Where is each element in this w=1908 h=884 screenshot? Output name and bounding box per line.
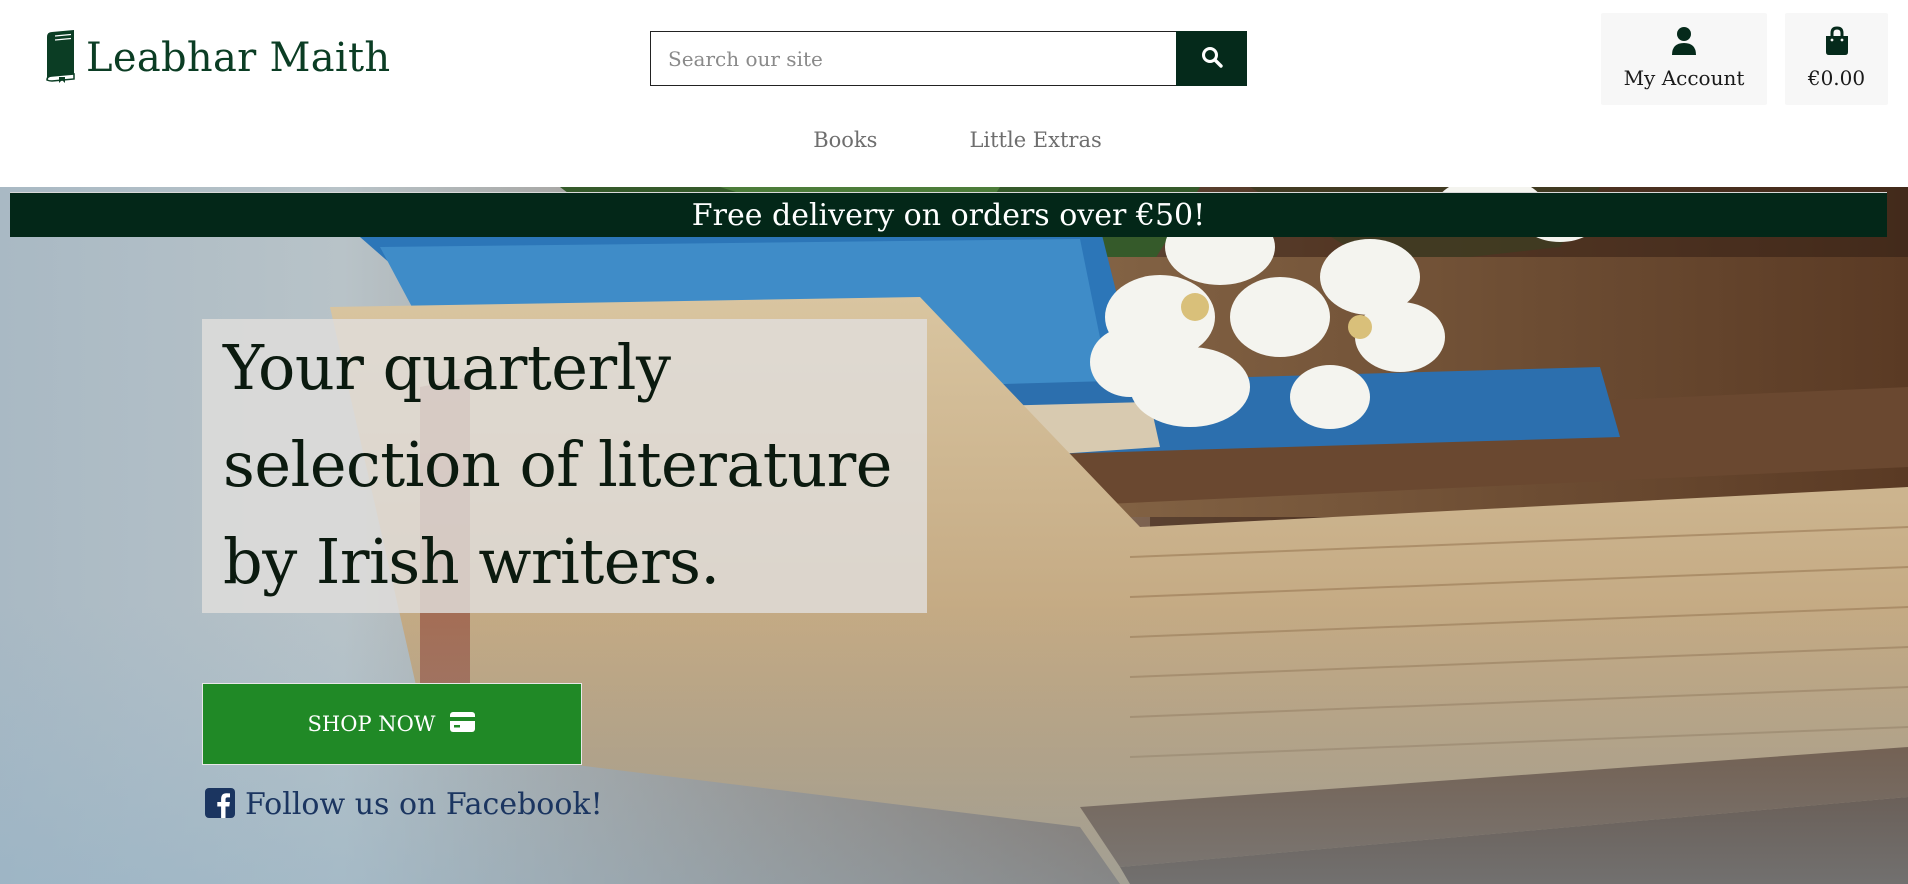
- hero-headline-line: selection of literature: [223, 428, 893, 501]
- brand-name: Leabhar Maith: [86, 34, 391, 81]
- facebook-icon: [205, 787, 235, 822]
- cart-total: €0.00: [1807, 66, 1866, 90]
- search-icon: [1200, 45, 1224, 72]
- my-account-label: My Account: [1623, 66, 1745, 90]
- search-form: [650, 31, 1247, 86]
- site-logo[interactable]: Leabhar Maith: [43, 28, 390, 87]
- free-delivery-text: Free delivery on orders over €50!: [691, 197, 1206, 233]
- hero-headline: Your quarterly selection of literature b…: [202, 319, 927, 610]
- hero-headline-line: Your quarterly: [223, 331, 671, 404]
- cart-button[interactable]: €0.00: [1785, 13, 1888, 105]
- my-account-button[interactable]: My Account: [1601, 13, 1767, 105]
- nav-item-books[interactable]: Books: [813, 128, 877, 152]
- shopping-bag-icon: [1824, 13, 1850, 60]
- site-header: Leabhar Maith My Account: [0, 0, 1908, 187]
- facebook-link[interactable]: Follow us on Facebook!: [205, 787, 603, 822]
- book-icon: [43, 28, 76, 87]
- hero-headline-box: Your quarterly selection of literature b…: [202, 319, 927, 613]
- shop-now-button[interactable]: SHOP NOW: [202, 683, 582, 765]
- shop-now-label: SHOP NOW: [307, 712, 436, 736]
- search-button[interactable]: [1176, 31, 1247, 86]
- user-icon: [1671, 13, 1697, 60]
- hero-section: Free delivery on orders over €50! Your q…: [0, 187, 1908, 884]
- hero-headline-line: by Irish writers.: [223, 525, 720, 598]
- facebook-label: Follow us on Facebook!: [245, 787, 603, 822]
- nav-item-little-extras[interactable]: Little Extras: [969, 128, 1101, 152]
- free-delivery-banner: Free delivery on orders over €50!: [10, 192, 1887, 237]
- credit-card-icon: [449, 711, 476, 738]
- search-input[interactable]: [650, 31, 1176, 86]
- main-nav: Books Little Extras: [0, 128, 1908, 152]
